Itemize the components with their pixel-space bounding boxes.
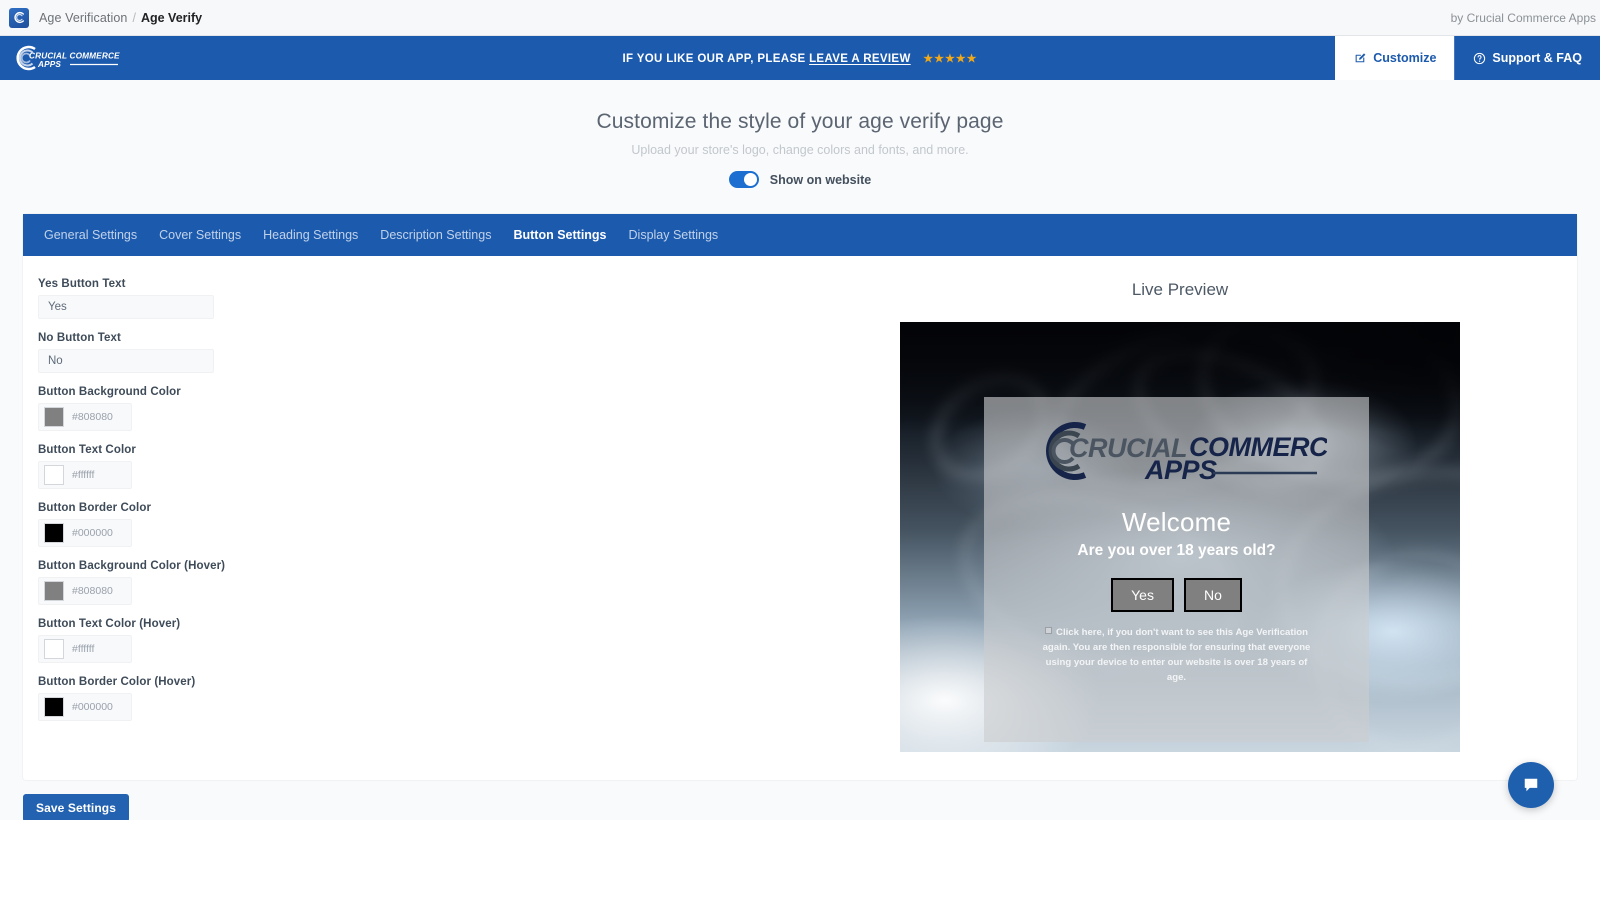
- tab-button-settings[interactable]: Button Settings: [502, 214, 617, 256]
- label-button-background-color-hover: Button Background Color (Hover): [38, 560, 226, 572]
- input-yes-button-text[interactable]: Yes: [38, 295, 214, 319]
- app-byline: by Crucial Commerce Apps: [1450, 10, 1596, 25]
- live-preview-wrap: CRUCIAL COMMERCE APPS Welcome Are you ov…: [797, 322, 1563, 752]
- page-body: Customize the style of your age verify p…: [0, 80, 1600, 900]
- hex-button-background-color: #808080: [72, 411, 113, 423]
- app-logo-icon: [9, 7, 29, 28]
- leave-a-review-link[interactable]: LEAVE A REVIEW: [809, 53, 911, 65]
- nav-support-label: Support & FAQ: [1492, 51, 1582, 65]
- label-button-background-color: Button Background Color: [38, 386, 181, 398]
- swatch-button-background-color-hover[interactable]: [44, 581, 64, 601]
- field-button-border-color: Button Border Color #000000: [38, 502, 797, 547]
- label-button-border-color-hover: Button Border Color (Hover): [38, 676, 196, 688]
- live-preview-panel: Live Preview CRUCIAL COMMERC APPS Welcom…: [797, 278, 1563, 752]
- swatch-button-background-color[interactable]: [44, 407, 64, 427]
- app-header-nav: Customize Support & FAQ: [1335, 36, 1600, 80]
- settings-card-body: Yes Button Text Yes No Button Text No Bu…: [23, 256, 1577, 780]
- button-settings-form: Yes Button Text Yes No Button Text No Bu…: [37, 278, 797, 752]
- colorpicker-button-background-color[interactable]: #808080: [38, 403, 132, 431]
- tab-description-settings[interactable]: Description Settings: [369, 214, 502, 256]
- preview-yes-button[interactable]: Yes: [1111, 578, 1174, 613]
- svg-text:CRUCIAL COMMERCE: CRUCIAL COMMERCE: [29, 52, 120, 61]
- preview-heading: Welcome: [1121, 507, 1232, 537]
- label-button-text-color-hover: Button Text Color (Hover): [38, 618, 181, 630]
- live-preview-title: Live Preview: [1131, 280, 1229, 299]
- preview-buttons: Yes No: [984, 578, 1369, 613]
- tab-general-settings[interactable]: General Settings: [33, 214, 148, 256]
- swatch-button-text-color[interactable]: [44, 465, 64, 485]
- field-button-border-color-hover: Button Border Color (Hover) #000000: [38, 676, 797, 721]
- shopify-topbar: Age Verification / Age Verify by Crucial…: [0, 0, 1600, 36]
- nav-customize-label: Customize: [1373, 51, 1437, 65]
- field-button-text-color: Button Text Color #ffffff: [38, 444, 797, 489]
- preview-disclaimer-text: Click here, if you don't want to see thi…: [1042, 627, 1311, 683]
- swatch-button-text-color-hover[interactable]: [44, 639, 64, 659]
- svg-text:APPS: APPS: [1144, 455, 1217, 485]
- hex-button-text-color-hover: #ffffff: [72, 643, 95, 655]
- preview-disclaimer-row: Click here, if you don't want to see thi…: [1042, 626, 1312, 685]
- tab-heading-settings[interactable]: Heading Settings: [252, 214, 369, 256]
- field-no-button-text: No Button Text No: [38, 332, 797, 373]
- hex-button-text-color: #ffffff: [72, 469, 95, 481]
- nav-support-faq[interactable]: Support & FAQ: [1454, 36, 1600, 80]
- page-subtitle: Upload your store's logo, change colors …: [631, 143, 969, 157]
- label-button-text-color: Button Text Color: [38, 444, 136, 456]
- promo-text-block: IF YOU LIKE OUR APP, PLEASE LEAVE A REVI…: [622, 52, 977, 65]
- show-on-website-label: Show on website: [769, 172, 872, 187]
- input-no-button-text[interactable]: No: [38, 349, 214, 373]
- page-title: Customize the style of your age verify p…: [596, 110, 1004, 133]
- swatch-button-border-color-hover[interactable]: [44, 697, 64, 717]
- label-yes-button-text: Yes Button Text: [38, 278, 126, 290]
- question-circle-icon: [1473, 52, 1486, 65]
- tab-cover-settings[interactable]: Cover Settings: [148, 214, 252, 256]
- colorpicker-button-border-color[interactable]: #000000: [38, 519, 132, 547]
- save-settings-row: Save Settings: [0, 780, 1600, 822]
- hex-button-border-color-hover: #000000: [72, 701, 113, 713]
- nav-customize[interactable]: Customize: [1335, 36, 1455, 80]
- hex-button-border-color: #000000: [72, 527, 113, 539]
- settings-card: General Settings Cover Settings Heading …: [23, 214, 1577, 780]
- store-logo: CRUCIAL COMMERCE APPS: [984, 415, 1369, 487]
- colorpicker-button-border-color-hover[interactable]: #000000: [38, 693, 132, 721]
- preview-no-button[interactable]: No: [1183, 578, 1242, 613]
- breadcrumb-parent[interactable]: Age Verification: [39, 11, 127, 25]
- pencil-square-icon: [1354, 52, 1367, 65]
- page-bottom-gutter: [0, 820, 1600, 900]
- colorpicker-button-background-color-hover[interactable]: #808080: [38, 577, 132, 605]
- colorpicker-button-text-color-hover[interactable]: #ffffff: [38, 635, 132, 663]
- remember-me-checkbox[interactable]: [1045, 627, 1053, 635]
- live-preview-canvas: CRUCIAL COMMERCE APPS Welcome Are you ov…: [900, 322, 1460, 752]
- show-on-website-toggle[interactable]: [728, 171, 759, 188]
- age-verify-modal: CRUCIAL COMMERCE APPS Welcome Are you ov…: [984, 397, 1369, 742]
- rating-stars-icon: ★★★★★: [923, 52, 978, 65]
- hex-button-background-color-hover: #808080: [72, 585, 113, 597]
- promo-text: IF YOU LIKE OUR APP, PLEASE: [622, 52, 806, 65]
- page-header: Customize the style of your age verify p…: [0, 80, 1600, 188]
- field-button-text-color-hover: Button Text Color (Hover) #ffffff: [38, 618, 797, 663]
- chat-bubble-icon[interactable]: [1508, 762, 1554, 808]
- breadcrumb-separator: /: [132, 10, 136, 25]
- svg-text:APPS: APPS: [37, 60, 61, 69]
- swatch-button-border-color[interactable]: [44, 523, 64, 543]
- field-yes-button-text: Yes Button Text Yes: [38, 278, 797, 319]
- app-header: CRUCIAL COMMERCE APPS IF YOU LIKE OUR AP…: [0, 36, 1600, 80]
- breadcrumb-current: Age Verify: [140, 10, 203, 25]
- tab-display-settings[interactable]: Display Settings: [618, 214, 730, 256]
- save-settings-button[interactable]: Save Settings: [23, 794, 129, 822]
- brand-logo[interactable]: CRUCIAL COMMERCE APPS: [0, 36, 130, 80]
- field-button-background-color: Button Background Color #808080: [38, 386, 797, 431]
- show-on-website-row: Show on website: [0, 171, 1600, 188]
- label-button-border-color: Button Border Color: [38, 502, 152, 514]
- field-button-background-color-hover: Button Background Color (Hover) #808080: [38, 560, 797, 605]
- label-no-button-text: No Button Text: [38, 332, 121, 344]
- settings-tabs: General Settings Cover Settings Heading …: [23, 214, 1577, 256]
- colorpicker-button-text-color[interactable]: #ffffff: [38, 461, 132, 489]
- preview-description: Are you over 18 years old?: [1077, 542, 1276, 559]
